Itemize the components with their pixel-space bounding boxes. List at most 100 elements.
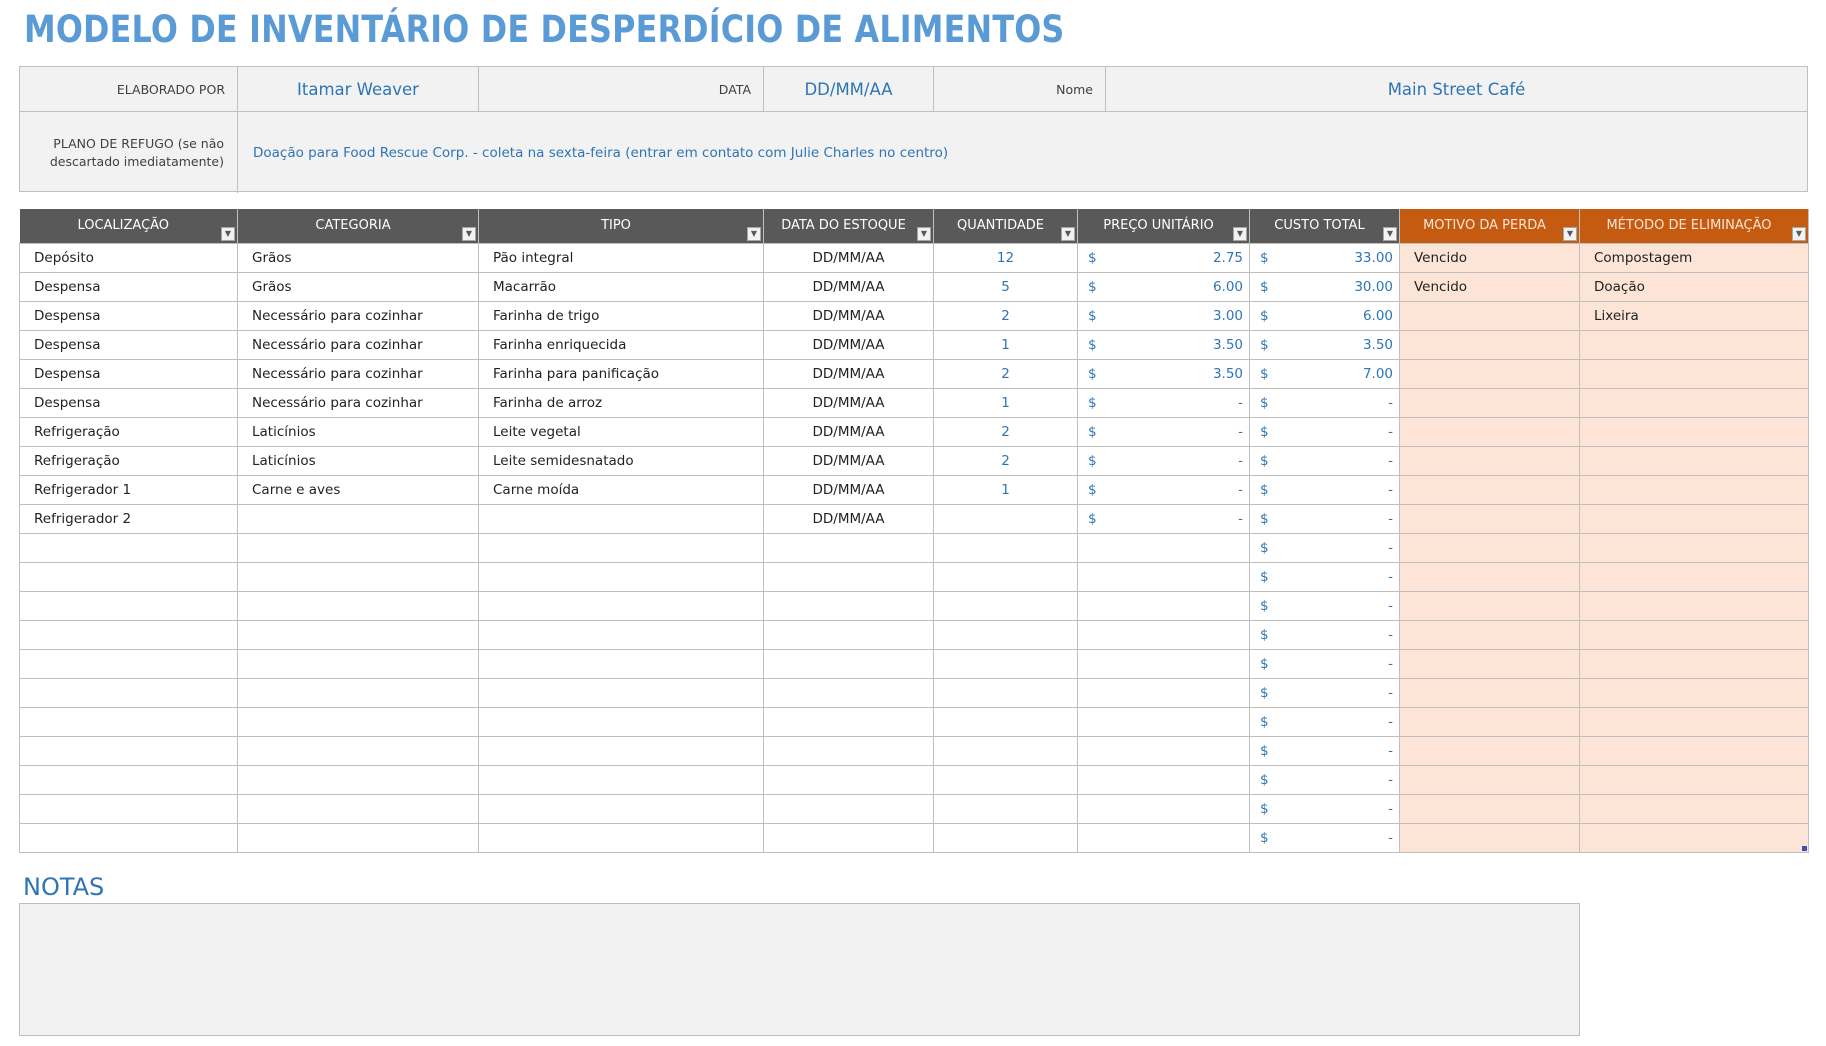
cell-categoria[interactable]: Laticínios [237,445,479,476]
cell-preco-unitario[interactable] [1077,561,1250,592]
filter-dropdown-icon[interactable]: ▼ [1061,226,1075,241]
cell-metodo-eliminacao[interactable] [1579,619,1809,650]
cell-localizacao[interactable] [19,793,238,824]
cell-metodo-eliminacao[interactable] [1579,329,1809,360]
cell-categoria[interactable] [237,619,479,650]
table-resize-handle[interactable] [1802,846,1807,851]
cell-quantidade[interactable]: 5 [933,271,1078,302]
cell-quantidade[interactable] [933,822,1078,853]
cell-localizacao[interactable]: Despensa [19,358,238,389]
elaborado-por-field[interactable]: Itamar Weaver [238,67,479,111]
cell-metodo-eliminacao[interactable] [1579,445,1809,476]
cell-preco-unitario[interactable]: $ - [1077,503,1250,534]
cell-preco-unitario[interactable] [1077,648,1250,679]
cell-data-estoque[interactable]: DD/MM/AA [763,445,934,476]
cell-categoria[interactable] [237,822,479,853]
cell-localizacao[interactable] [19,532,238,563]
cell-motivo-perda[interactable] [1399,590,1580,621]
cell-localizacao[interactable]: Refrigerador 1 [19,474,238,505]
cell-data-estoque[interactable]: DD/MM/AA [763,503,934,534]
cell-localizacao[interactable]: Despensa [19,387,238,418]
cell-preco-unitario[interactable] [1077,619,1250,650]
cell-preco-unitario[interactable]: $6.00 [1077,271,1250,302]
cell-motivo-perda[interactable] [1399,416,1580,447]
cell-motivo-perda[interactable] [1399,329,1580,360]
cell-motivo-perda[interactable] [1399,822,1580,853]
filter-dropdown-icon[interactable]: ▼ [1792,226,1806,241]
cell-categoria[interactable] [237,764,479,795]
cell-quantidade[interactable] [933,764,1078,795]
cell-metodo-eliminacao[interactable] [1579,648,1809,679]
cell-preco-unitario[interactable]: $ - [1077,474,1250,505]
cell-tipo[interactable] [478,619,764,650]
cell-tipo[interactable]: Carne moída [478,474,764,505]
cell-preco-unitario[interactable]: $ - [1077,387,1250,418]
cell-localizacao[interactable]: Despensa [19,300,238,331]
cell-data-estoque[interactable] [763,648,934,679]
notes-field[interactable] [19,903,1580,1036]
plano-field[interactable]: Doação para Food Rescue Corp. - coleta n… [253,112,948,193]
data-field[interactable]: DD/MM/AA [764,67,934,111]
cell-quantidade[interactable] [933,677,1078,708]
cell-quantidade[interactable]: 1 [933,474,1078,505]
cell-metodo-eliminacao[interactable] [1579,677,1809,708]
filter-dropdown-icon[interactable]: ▼ [462,226,476,241]
cell-tipo[interactable] [478,590,764,621]
cell-localizacao[interactable]: Depósito [19,242,238,273]
cell-quantidade[interactable]: 1 [933,387,1078,418]
cell-quantidade[interactable] [933,619,1078,650]
cell-quantidade[interactable] [933,503,1078,534]
cell-data-estoque[interactable] [763,677,934,708]
cell-quantidade[interactable]: 12 [933,242,1078,273]
cell-tipo[interactable]: Leite vegetal [478,416,764,447]
cell-tipo[interactable] [478,793,764,824]
cell-metodo-eliminacao[interactable] [1579,561,1809,592]
cell-metodo-eliminacao[interactable] [1579,474,1809,505]
cell-categoria[interactable]: Necessário para cozinhar [237,329,479,360]
cell-quantidade[interactable] [933,561,1078,592]
cell-tipo[interactable] [478,532,764,563]
cell-categoria[interactable] [237,793,479,824]
cell-tipo[interactable] [478,735,764,766]
cell-motivo-perda[interactable] [1399,648,1580,679]
cell-metodo-eliminacao[interactable]: Lixeira [1579,300,1809,331]
cell-motivo-perda[interactable] [1399,503,1580,534]
cell-motivo-perda[interactable] [1399,561,1580,592]
cell-tipo[interactable] [478,503,764,534]
cell-categoria[interactable]: Grãos [237,271,479,302]
cell-data-estoque[interactable] [763,532,934,563]
cell-quantidade[interactable]: 2 [933,416,1078,447]
cell-localizacao[interactable] [19,822,238,853]
nome-field[interactable]: Main Street Café [1106,67,1807,111]
cell-metodo-eliminacao[interactable] [1579,735,1809,766]
cell-preco-unitario[interactable] [1077,677,1250,708]
cell-categoria[interactable]: Carne e aves [237,474,479,505]
cell-preco-unitario[interactable]: $ - [1077,445,1250,476]
cell-data-estoque[interactable] [763,561,934,592]
cell-motivo-perda[interactable] [1399,532,1580,563]
cell-localizacao[interactable]: Despensa [19,271,238,302]
cell-data-estoque[interactable]: DD/MM/AA [763,242,934,273]
cell-motivo-perda[interactable] [1399,300,1580,331]
cell-categoria[interactable] [237,735,479,766]
cell-categoria[interactable]: Grãos [237,242,479,273]
cell-tipo[interactable] [478,706,764,737]
cell-motivo-perda[interactable] [1399,445,1580,476]
cell-localizacao[interactable] [19,735,238,766]
cell-data-estoque[interactable] [763,619,934,650]
filter-dropdown-icon[interactable]: ▼ [221,226,235,241]
cell-motivo-perda[interactable] [1399,706,1580,737]
cell-data-estoque[interactable] [763,735,934,766]
cell-tipo[interactable] [478,764,764,795]
cell-categoria[interactable] [237,677,479,708]
cell-tipo[interactable]: Farinha de arroz [478,387,764,418]
cell-metodo-eliminacao[interactable] [1579,416,1809,447]
cell-quantidade[interactable] [933,590,1078,621]
cell-localizacao[interactable] [19,619,238,650]
filter-dropdown-icon[interactable]: ▼ [747,226,761,241]
cell-localizacao[interactable]: Refrigeração [19,445,238,476]
cell-localizacao[interactable] [19,561,238,592]
cell-quantidade[interactable] [933,735,1078,766]
cell-categoria[interactable] [237,648,479,679]
cell-localizacao[interactable]: Refrigerador 2 [19,503,238,534]
